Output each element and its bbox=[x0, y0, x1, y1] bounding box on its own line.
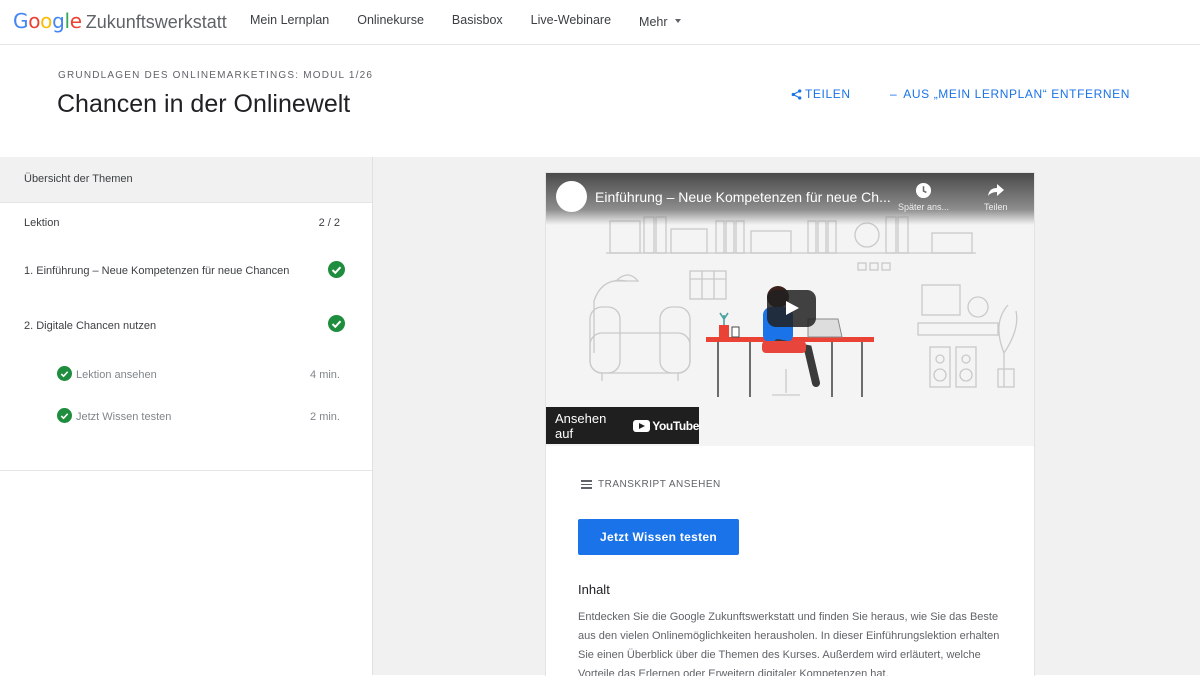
page-title: Chancen in der Onlinewelt bbox=[57, 90, 351, 118]
test-knowledge-button[interactable]: Jetzt Wissen testen bbox=[578, 519, 739, 555]
main-menu: Mein Lernplan Onlinekurse Basisbox Live-… bbox=[236, 0, 695, 44]
remove-from-plan-button[interactable]: – AUS „MEIN LERNPLAN“ ENTFERNEN bbox=[890, 87, 1130, 101]
subitem-lektion-ansehen[interactable]: Lektion ansehen 4 min. bbox=[76, 369, 342, 381]
channel-avatar[interactable] bbox=[556, 181, 587, 212]
nav-item-live-webinare[interactable]: Live-Webinare bbox=[517, 0, 625, 44]
logo-name: Zukunftswerkstatt bbox=[85, 12, 227, 32]
content-description: Entdecken Sie die Google Zukunftswerksta… bbox=[578, 611, 1000, 676]
subitem-jetzt-wissen-testen[interactable]: Jetzt Wissen testen 2 min. bbox=[76, 411, 342, 423]
share-button[interactable]: TEILEN bbox=[791, 87, 851, 101]
lesson-row: Lektion 2 / 2 bbox=[24, 217, 342, 229]
watch-on-label: Ansehen auf bbox=[555, 410, 607, 441]
google-logo: Google bbox=[13, 9, 82, 33]
check-icon bbox=[328, 315, 345, 332]
video-player[interactable]: Einführung – Neue Kompetenzen für neue C… bbox=[546, 173, 1034, 446]
topic-item-2[interactable]: 2. Digitale Chancen nutzen bbox=[24, 320, 342, 332]
transcript-icon bbox=[581, 478, 592, 491]
check-icon bbox=[328, 261, 345, 278]
topics-sidebar: Übersicht der Themen Lektion 2 / 2 1. Ei… bbox=[0, 157, 373, 675]
lesson-card: Einführung – Neue Kompetenzen für neue C… bbox=[545, 172, 1035, 676]
lesson-count: 2 / 2 bbox=[318, 217, 340, 229]
topic-label: 1. Einführung – Neue Kompetenzen für neu… bbox=[24, 265, 290, 277]
google-zukunftswerkstatt-logo[interactable]: Google Zukunftswerkstatt bbox=[13, 9, 227, 33]
subitem-duration: 4 min. bbox=[310, 369, 340, 381]
nav-item-basisbox[interactable]: Basisbox bbox=[438, 0, 517, 44]
check-icon bbox=[57, 366, 72, 381]
minus-icon: – bbox=[890, 87, 898, 101]
video-share-button[interactable]: Teilen bbox=[984, 182, 1008, 212]
topic-label: 2. Digitale Chancen nutzen bbox=[24, 320, 157, 332]
subitem-label: Lektion ansehen bbox=[76, 369, 157, 381]
video-share-label: Teilen bbox=[984, 202, 1008, 212]
sidebar-heading: Übersicht der Themen bbox=[0, 157, 372, 203]
remove-label: AUS „MEIN LERNPLAN“ ENTFERNEN bbox=[903, 87, 1131, 101]
share-icon bbox=[791, 88, 802, 100]
page-header: GRUNDLAGEN DES ONLINEMARKETINGS: MODUL 1… bbox=[0, 45, 1200, 157]
play-button[interactable] bbox=[767, 290, 816, 327]
content-heading: Inhalt bbox=[578, 582, 610, 597]
video-title[interactable]: Einführung – Neue Kompetenzen für neue C… bbox=[595, 189, 891, 205]
watch-later-button[interactable]: Später ans... bbox=[898, 182, 949, 212]
play-icon bbox=[633, 419, 651, 432]
topic-item-1[interactable]: 1. Einführung – Neue Kompetenzen für neu… bbox=[24, 265, 342, 277]
lesson-label: Lektion bbox=[24, 217, 60, 229]
transcript-label: TRANSKRIPT ANSEHEN bbox=[598, 478, 721, 490]
divider bbox=[0, 470, 372, 471]
module-label: GRUNDLAGEN DES ONLINEMARKETINGS: MODUL 1… bbox=[58, 70, 374, 81]
nav-item-mein-lernplan[interactable]: Mein Lernplan bbox=[236, 0, 343, 44]
check-icon bbox=[57, 408, 72, 423]
subitem-label: Jetzt Wissen testen bbox=[76, 411, 172, 423]
youtube-logo-icon: YouTube bbox=[633, 419, 699, 433]
clock-icon bbox=[915, 182, 932, 199]
share-label: TEILEN bbox=[805, 87, 851, 101]
youtube-wordmark: YouTube bbox=[652, 418, 699, 433]
forward-arrow-icon bbox=[987, 184, 1004, 196]
nav-item-mehr-label: Mehr bbox=[639, 15, 668, 29]
nav-item-onlinekurse[interactable]: Onlinekurse bbox=[343, 0, 438, 44]
watch-later-label: Später ans... bbox=[898, 202, 950, 212]
transcript-button[interactable]: TRANSKRIPT ANSEHEN bbox=[581, 478, 721, 491]
top-navigation: Google Zukunftswerkstatt Mein Lernplan O… bbox=[0, 0, 1200, 45]
subitem-duration: 2 min. bbox=[310, 411, 340, 423]
watch-on-youtube-button[interactable]: Ansehen auf YouTube bbox=[546, 407, 699, 444]
nav-item-mehr[interactable]: Mehr bbox=[625, 0, 694, 44]
caret-down-icon bbox=[674, 19, 681, 23]
